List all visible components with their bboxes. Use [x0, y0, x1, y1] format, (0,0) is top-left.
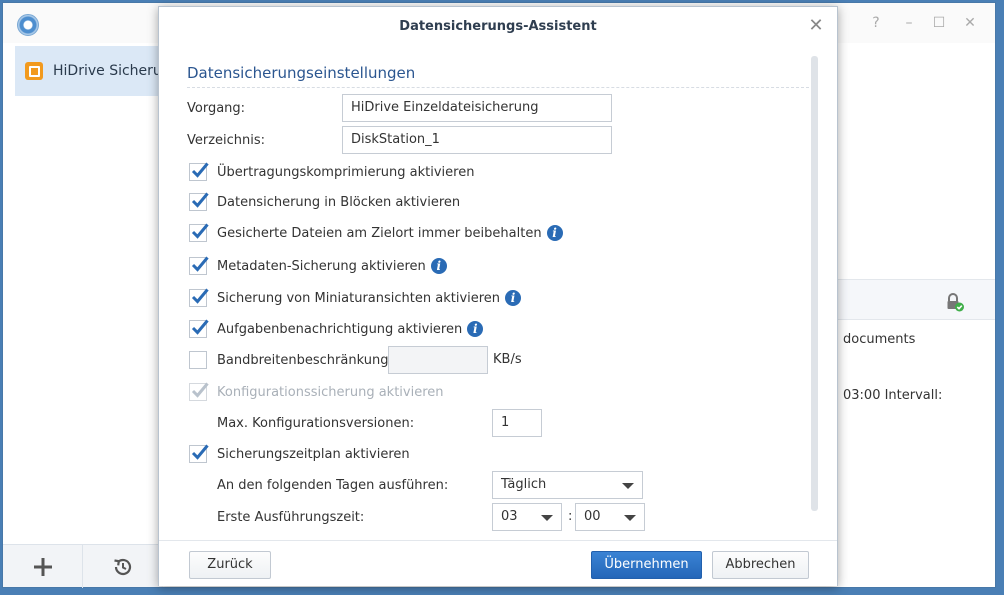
help-icon[interactable]: ?	[868, 15, 884, 31]
cancel-button[interactable]: Abbrechen	[712, 551, 809, 579]
option-compression[interactable]: Übertragungskomprimierung aktivieren	[189, 162, 474, 182]
config-backup-checkbox	[189, 382, 209, 401]
vorgang-input[interactable]: HiDrive Einzeldateisicherung	[342, 94, 612, 122]
option-block-backup[interactable]: Datensicherung in Blöcken aktivieren	[189, 192, 460, 212]
app-sidebar: HiDrive Sicherung	[3, 43, 165, 587]
schedule-checkbox[interactable]	[189, 444, 209, 463]
section-divider	[187, 87, 809, 88]
metadata-checkbox[interactable]	[189, 256, 209, 275]
bandwidth-input[interactable]	[388, 346, 488, 374]
compression-label: Übertragungskomprimierung aktivieren	[217, 164, 475, 180]
minute-select-value: 00	[584, 509, 601, 524]
option-notification[interactable]: Aufgabenbenachrichtigung aktivieren i	[189, 319, 484, 339]
time-separator: :	[568, 509, 573, 524]
checkmark-icon	[191, 192, 209, 208]
verzeichnis-input[interactable]: DiskStation_1	[342, 126, 612, 154]
info-icon[interactable]: i	[546, 225, 563, 241]
hidrive-icon	[25, 62, 43, 80]
checkmark-icon	[191, 382, 209, 398]
checkmark-icon	[191, 319, 209, 335]
app-bottom-bar	[3, 544, 163, 588]
info-icon[interactable]: i	[430, 258, 447, 274]
backup-wizard-dialog: Datensicherungs-Assistent ✕ Datensicheru…	[158, 6, 838, 586]
dialog-title: Datensicherungs-Assistent	[399, 19, 597, 34]
restore-button[interactable]	[83, 545, 163, 588]
max-versions-label: Max. Konfigurationsversionen:	[217, 416, 415, 431]
days-label: An den folgenden Tagen ausführen:	[217, 478, 449, 493]
option-schedule[interactable]: Sicherungszeitplan aktivieren	[189, 444, 410, 464]
days-select-value: Täglich	[501, 477, 547, 492]
bandwidth-label: Bandbreitenbeschränkung	[217, 352, 389, 368]
checkmark-icon	[191, 288, 209, 304]
backup-app-logo-icon	[17, 14, 39, 36]
metadata-label: Metadaten-Sicherung aktivieren	[217, 258, 426, 274]
scrollbar[interactable]	[811, 56, 818, 511]
compression-checkbox[interactable]	[189, 162, 209, 181]
option-bandwidth[interactable]: Bandbreitenbeschränkung	[189, 350, 388, 370]
sidebar-item-label: HiDrive Sicherung	[53, 63, 165, 79]
checkmark-icon	[191, 444, 209, 460]
task-detail-panel: documents 03:00 Intervall:	[837, 279, 995, 579]
option-config-backup: Konfigurationssicherung aktivieren	[189, 382, 444, 402]
task-detail-header	[837, 280, 995, 320]
max-versions-input[interactable]: 1	[492, 409, 542, 437]
bandwidth-unit: KB/s	[493, 352, 522, 367]
hour-select[interactable]: 03	[492, 503, 562, 531]
block-backup-checkbox[interactable]	[189, 192, 209, 211]
days-select[interactable]: Täglich	[492, 471, 643, 499]
restore-history-icon	[114, 558, 132, 575]
minute-select[interactable]: 00	[575, 503, 645, 531]
task-schedule-text: 03:00 Intervall:	[843, 388, 943, 403]
verzeichnis-label: Verzeichnis:	[187, 133, 266, 148]
time-label: Erste Ausführungszeit:	[217, 510, 365, 525]
option-keep-files[interactable]: Gesicherte Dateien am Zielort immer beib…	[189, 223, 563, 243]
info-icon[interactable]: i	[467, 321, 484, 337]
bandwidth-checkbox[interactable]	[189, 351, 207, 369]
back-button[interactable]: Zurück	[189, 551, 271, 579]
minimize-icon[interactable]: –	[901, 15, 917, 31]
notification-checkbox[interactable]	[189, 319, 209, 338]
schedule-label: Sicherungszeitplan aktivieren	[217, 446, 410, 462]
info-icon[interactable]: i	[505, 290, 522, 306]
vorgang-label: Vorgang:	[187, 101, 246, 116]
hour-select-value: 03	[501, 509, 518, 524]
task-detail-text: documents	[843, 332, 916, 347]
apply-button[interactable]: Übernehmen	[591, 551, 702, 579]
dialog-footer: Zurück Übernehmen Abbrechen	[159, 540, 837, 586]
close-icon[interactable]: ✕	[807, 17, 825, 35]
thumbnails-checkbox[interactable]	[189, 288, 209, 307]
option-metadata[interactable]: Metadaten-Sicherung aktivieren i	[189, 256, 447, 276]
section-title: Datensicherungseinstellungen	[187, 64, 416, 82]
chevron-down-icon	[624, 515, 636, 521]
thumbnails-label: Sicherung von Miniaturansichten aktivier…	[217, 290, 501, 306]
lock-check-icon	[947, 293, 964, 312]
checkmark-icon	[191, 223, 209, 239]
chevron-down-icon	[541, 515, 553, 521]
config-backup-label: Konfigurationssicherung aktivieren	[217, 384, 444, 400]
add-button[interactable]	[3, 545, 83, 588]
option-thumbnails[interactable]: Sicherung von Miniaturansichten aktivier…	[189, 288, 522, 308]
window-close-icon[interactable]: ✕	[962, 15, 978, 31]
maximize-icon[interactable]: ☐	[931, 15, 947, 31]
checkmark-icon	[191, 162, 209, 178]
block-backup-label: Datensicherung in Blöcken aktivieren	[217, 194, 461, 210]
sidebar-item-hidrive[interactable]: HiDrive Sicherung	[15, 46, 165, 96]
chevron-down-icon	[622, 483, 634, 489]
checkmark-icon	[191, 256, 209, 272]
keep-files-label: Gesicherte Dateien am Zielort immer beib…	[217, 225, 542, 241]
notification-label: Aufgabenbenachrichtigung aktivieren	[217, 321, 463, 337]
plus-icon	[33, 557, 52, 576]
keep-files-checkbox[interactable]	[189, 223, 209, 242]
